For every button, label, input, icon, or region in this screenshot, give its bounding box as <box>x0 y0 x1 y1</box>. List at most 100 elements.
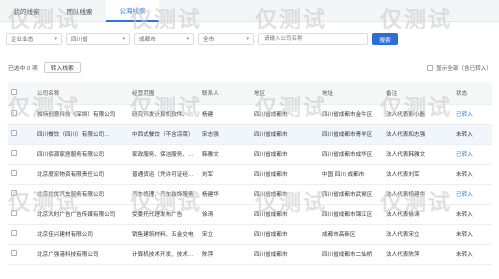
row-checkbox[interactable] <box>11 130 17 136</box>
search-button[interactable]: 搜索 <box>372 33 398 45</box>
note-cell: 法人代表陈萍 <box>383 244 453 265</box>
note-cell: 法人代表宋立 <box>383 224 453 245</box>
scope-text: 中西式餐饮（不含凉菜） <box>132 132 194 138</box>
province-select-value: 四川省 <box>71 37 88 43</box>
region-cell: 四川省成都市 <box>251 144 319 165</box>
select-all-checkbox[interactable] <box>11 88 17 95</box>
chevron-down-icon: ▾ <box>122 36 125 42</box>
address-cell: 四川省成都市二仙桥 <box>319 244 383 265</box>
note-cell: 法人代表徐涛 <box>383 204 453 225</box>
status-cell: 未转入 <box>453 164 492 185</box>
status-text: 未转入 <box>456 212 473 218</box>
city-select[interactable]: 成都市 ▾ <box>134 33 194 45</box>
company-text[interactable]: 北京优优汽车服务有限公司 <box>37 192 104 198</box>
table-header-row: 公司名称 经营范围 联系人 地区 地址 备注 状态 <box>8 82 492 105</box>
row-checkbox[interactable] <box>11 150 17 156</box>
row-checkbox[interactable] <box>11 250 17 256</box>
address-cell: 四川省成都市武侯区 <box>319 184 383 205</box>
region-cell: 四川省成都市 <box>251 104 319 125</box>
note-text: 法人代表彭小磊 <box>386 112 426 118</box>
district-select[interactable]: 全市 ▾ <box>198 33 254 45</box>
region-cell: 四川省成都市 <box>251 164 319 185</box>
province-select[interactable]: 四川省 ▾ <box>66 33 130 45</box>
scope-text: 普通货运（凭许可证经营） <box>132 172 199 178</box>
tab-my-leads[interactable]: 我的线索 <box>0 0 53 22</box>
tab-team-leads[interactable]: 团队线索 <box>53 0 106 22</box>
company-cell: 北京度宏物资有限责任公司 <box>34 164 129 185</box>
scope-text: 受委托代理发布广告 <box>132 212 183 218</box>
company-text[interactable]: 北京佳兴建材有限公司 <box>37 232 93 238</box>
note-text: 法人代表杨建华 <box>386 192 426 198</box>
address-cell: 四川省成都市锦江区 <box>319 204 383 225</box>
table-row[interactable]: 北京广强港科技有限公司 计算机技术开发、技术服务 陈萍 四川省成都市 四川省成都市二仙桥… <box>8 244 492 265</box>
address-text: 成都市高新区 <box>322 232 356 238</box>
scope-text: 汽车修理、汽车装饰服务 <box>132 192 194 198</box>
company-cell: 北京优优汽车服务有限公司 <box>34 184 129 205</box>
row-checkbox-cell <box>8 104 34 125</box>
contact-cell: 杨建华 <box>199 184 251 205</box>
row-checkbox-cell <box>8 184 34 205</box>
status-cell: 未转入 <box>453 124 492 145</box>
table-row[interactable]: 北京大时广告广告传媒有限公司 受委托代理发布广告 徐涛 四川省成都市 四川省成都市锦江区… <box>8 204 492 225</box>
table-row[interactable]: 四川餐饮（四川）有限公司企业名片中西式餐饮（不含凉菜） 宋志强 四川省成都市 四川省成… <box>8 124 492 145</box>
company-text[interactable]: 独特创意科技（深圳）有限公司 <box>37 112 115 118</box>
row-checkbox[interactable] <box>11 210 17 216</box>
note-text: 法人代表徐涛 <box>386 212 420 218</box>
table-row[interactable]: 北京佳兴建材有限公司 销售建筑材料、五金交电 宋立 四川省成都市 成都市高新区 法人代表宋… <box>8 224 492 245</box>
region-text: 四川省成都市 <box>254 192 288 198</box>
contact-cell: 徐涛 <box>199 204 251 225</box>
tab-public-leads[interactable]: 公海线索 <box>106 0 159 22</box>
company-text[interactable]: 四川佰源家居服务有限公司 <box>37 152 104 158</box>
company-text[interactable]: 北京大时广告广告传媒有限公司 <box>37 212 115 218</box>
address-cell: 四川省成都市成华区 <box>319 144 383 165</box>
industry-select-value: 企业业态 <box>11 37 34 43</box>
city-select-value: 成都市 <box>139 37 156 43</box>
status-cell: 未转入 <box>453 244 492 265</box>
address-cell: 成都市高新区 <box>319 224 383 245</box>
row-checkbox-cell <box>8 164 34 185</box>
scope-cell: 普通货运（凭许可证经营） <box>129 164 199 185</box>
row-checkbox[interactable] <box>11 190 17 196</box>
contact-cell: 韩雅文 <box>199 144 251 165</box>
company-text[interactable]: 北京度宏物资有限责任公司 <box>37 172 104 178</box>
note-text: 法人代表陈萍 <box>386 252 420 258</box>
note-text: 法人代表和志强 <box>386 132 426 138</box>
company-text[interactable]: 北京广强港科技有限公司 <box>37 252 99 258</box>
status-cell: 已转入 <box>453 184 492 205</box>
company-text[interactable]: 四川餐饮（四川）有限公司 <box>37 132 110 138</box>
table-row[interactable]: 北京优优汽车服务有限公司 汽车修理、汽车装饰服务 杨建华 四川省成都市 四川省成都市武侯… <box>8 184 492 205</box>
note-text: 法人代表宋立 <box>386 232 420 238</box>
row-checkbox-cell <box>8 224 34 245</box>
select-all-cell <box>8 82 34 105</box>
company-search-input[interactable] <box>258 33 368 45</box>
address-text: 四川省成都市青羊区 <box>322 132 373 138</box>
region-cell: 四川省成都市 <box>251 124 319 145</box>
row-checkbox[interactable] <box>11 110 17 116</box>
scope-text: 计算机技术开发、技术服务 <box>132 252 199 258</box>
show-all-checkbox[interactable] <box>427 64 434 71</box>
row-checkbox[interactable] <box>11 230 17 236</box>
col-region: 地区 <box>251 82 319 105</box>
table-row[interactable]: 四川佰源家居服务有限公司 家政服务、保洁服务、居家 韩雅文 四川省成都市 四川省成都市成… <box>8 144 492 165</box>
table-row[interactable]: 北京度宏物资有限责任公司 普通货运（凭许可证经营） 刘军 四川省成都市 中国 四川 成都… <box>8 164 492 185</box>
note-cell: 法人代表韩雅文 <box>383 144 453 165</box>
col-company: 公司名称 <box>34 82 129 105</box>
row-checkbox-cell <box>8 204 34 225</box>
industry-select[interactable]: 企业业态 ▾ <box>6 33 62 45</box>
region-text: 四川省成都市 <box>254 252 288 258</box>
table-row[interactable]: 独特创意科技（深圳）有限公司 研究开发计算机软件、硬件 杨建 四川省成都市 四川省成都市… <box>8 104 492 125</box>
status-cell: 已转入 <box>453 144 492 165</box>
note-text: 法人代表刘军 <box>386 172 420 178</box>
contact-text: 宋立 <box>202 232 214 238</box>
status-text: 未转入 <box>456 232 473 238</box>
tab-bar: 我的线索 团队线索 公海线索 <box>0 0 499 22</box>
show-all-toggle[interactable]: 显示全部（含已转入） <box>427 64 492 72</box>
company-card-tag[interactable]: 企业名片 <box>107 129 129 139</box>
scope-text: 研究开发计算机软件、硬件 <box>132 112 199 118</box>
note-cell: 法人代表彭小磊 <box>383 104 453 125</box>
row-checkbox[interactable] <box>11 170 17 176</box>
toolbar: 已选中 0 项 转入线索 显示全部（含已转入） <box>8 62 492 73</box>
import-leads-button[interactable]: 转入线索 <box>43 62 81 73</box>
region-text: 四川省成都市 <box>254 212 288 218</box>
note-cell: 法人代表刘军 <box>383 164 453 185</box>
